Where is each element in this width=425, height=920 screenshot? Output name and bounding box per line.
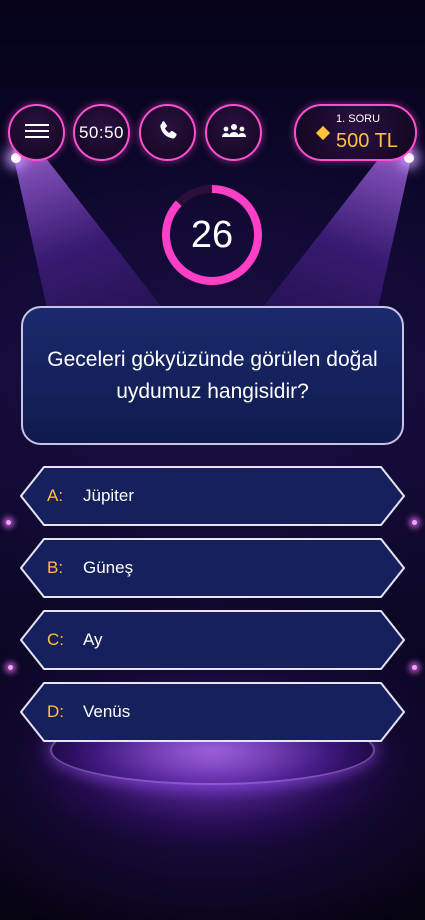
answer-text: Ay: [83, 630, 103, 649]
answer-option-d[interactable]: D: Venüs: [20, 682, 405, 742]
diamond-icon: [315, 125, 331, 141]
answer-letter: C:: [47, 630, 64, 649]
answer-option-c[interactable]: C: Ay: [20, 610, 405, 670]
fifty-fifty-label: 50:50: [78, 122, 125, 142]
answer-letter: D:: [47, 702, 64, 721]
answer-option-a[interactable]: A: Jüpiter: [20, 466, 405, 526]
countdown-timer: 26: [160, 183, 264, 287]
top-bar: 50:50 1. SORU 500 TL: [8, 104, 417, 161]
ask-audience-button[interactable]: [205, 104, 262, 161]
answer-text: Jüpiter: [83, 486, 135, 505]
fifty-fifty-button[interactable]: 50:50: [73, 104, 130, 161]
question-box: Geceleri gökyüzünde görülen doğal uydumu…: [21, 306, 404, 445]
prize-amount: 500 TL: [336, 130, 398, 152]
menu-button[interactable]: [8, 104, 65, 161]
answer-text: Güneş: [83, 558, 134, 577]
prize-indicator: 1. SORU 500 TL: [294, 104, 417, 161]
stage-light-dot: [412, 665, 417, 670]
stage-light-dot: [412, 520, 417, 525]
answer-option-b[interactable]: B: Güneş: [20, 538, 405, 598]
phone-a-friend-button[interactable]: [139, 104, 196, 161]
question-text: Geceleri gökyüzünde görülen doğal uydumu…: [47, 347, 378, 403]
stage-light-dot: [6, 520, 11, 525]
hamburger-icon: [24, 123, 49, 143]
timer-seconds: 26: [190, 213, 234, 256]
question-number-label: 1. SORU: [336, 113, 381, 125]
answer-text: Venüs: [83, 702, 131, 721]
answer-letter: A:: [47, 486, 64, 505]
stage-light-dot: [8, 665, 13, 670]
answer-letter: B:: [47, 558, 64, 577]
audience-icon: [221, 123, 247, 143]
phone-icon: [156, 119, 180, 147]
